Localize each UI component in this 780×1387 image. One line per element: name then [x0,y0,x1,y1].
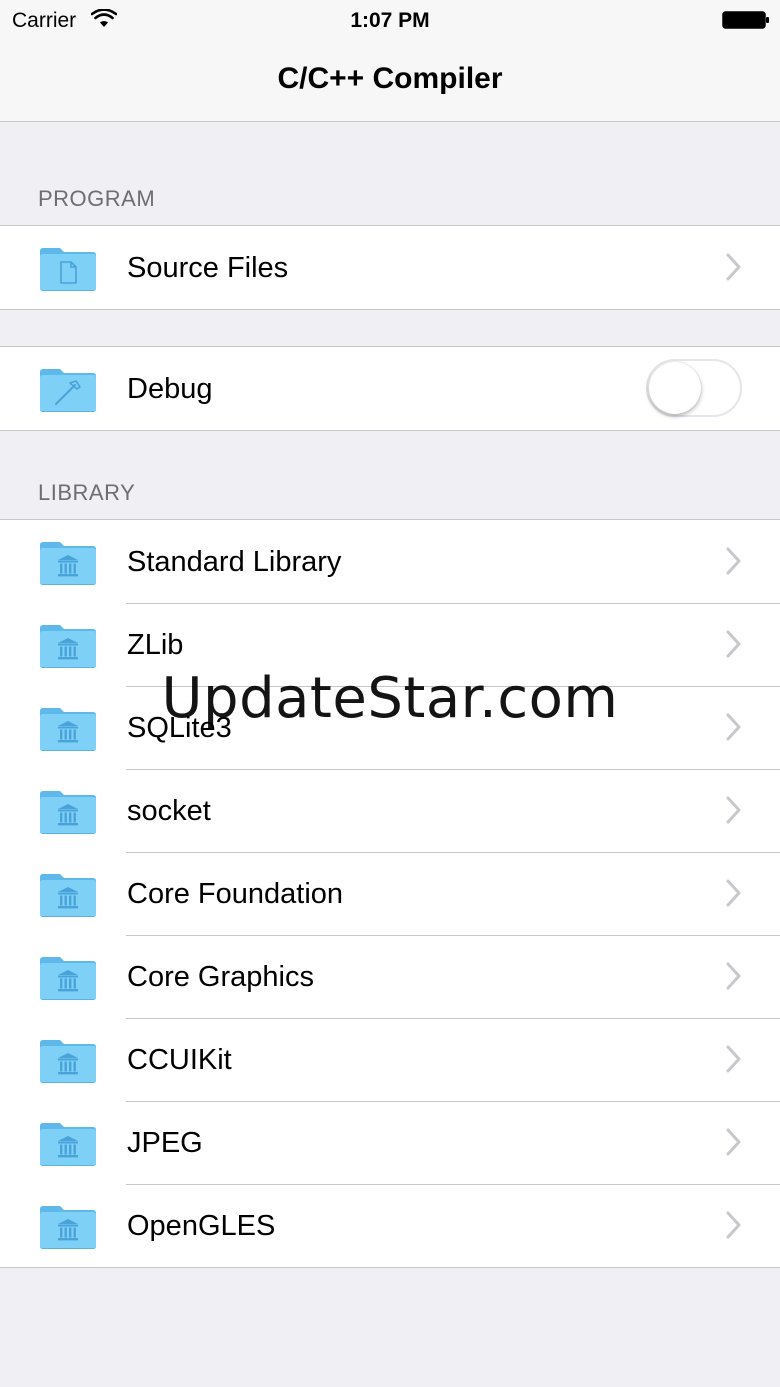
chevron-right-icon [726,630,742,658]
library-item-label: JPEG [127,1127,203,1159]
section-header-library: LIBRARY [38,480,136,505]
source-files-row[interactable]: Source Files [0,226,780,309]
program-group: Source Files [0,225,780,310]
library-item-label: socket [127,795,211,827]
library-item-label: OpenGLES [127,1210,276,1242]
page-title: C/C++ Compiler [277,62,503,95]
debug-label: Debug [127,373,213,405]
library-folder-icon [38,1037,98,1083]
library-folder-icon [38,954,98,1000]
debug-group: Debug [0,346,780,431]
library-item-label: CCUIKit [127,1044,232,1076]
library-item-row[interactable]: socket [0,769,780,852]
library-folder-icon [38,871,98,917]
library-folder-icon [38,622,98,668]
debug-toggle[interactable] [646,359,742,417]
battery-full-icon [722,11,769,29]
library-folder-icon [38,1120,98,1166]
chevron-right-icon [726,1045,742,1073]
library-item-label: Core Graphics [127,961,314,993]
library-folder-icon [38,1203,98,1249]
chevron-right-icon [726,1211,742,1239]
chevron-right-icon [726,879,742,907]
status-time: 1:07 PM [350,9,430,32]
section-header-program: PROGRAM [38,186,156,211]
library-group: Standard Library ZLib SQLite3 socket Cor… [0,519,780,1268]
source-files-label: Source Files [127,252,289,284]
chevron-right-icon [726,796,742,824]
library-folder-icon [38,788,98,834]
toggle-knob [649,362,701,414]
navigation-bar: C/C++ Compiler [0,40,780,122]
status-bar: Carrier 1:07 PM [0,0,780,40]
chevron-right-icon [726,1128,742,1156]
library-item-label: Core Foundation [127,878,344,910]
library-folder-icon [38,539,98,585]
watermark: UpdateStar.com [161,666,619,731]
library-item-row[interactable]: Core Foundation [0,852,780,935]
chevron-right-icon [726,962,742,990]
source-folder-icon [38,245,98,291]
library-item-row[interactable]: OpenGLES [0,1184,780,1267]
debug-row: Debug [0,347,780,430]
library-item-row[interactable]: CCUIKit [0,1018,780,1101]
chevron-right-icon [726,253,742,281]
library-item-row[interactable]: Core Graphics [0,935,780,1018]
library-item-label: Standard Library [127,546,342,578]
library-item-label: ZLib [127,629,184,661]
hammer-folder-icon [38,366,98,412]
chevron-right-icon [726,547,742,575]
library-item-row[interactable]: Standard Library [0,520,780,603]
library-item-row[interactable]: JPEG [0,1101,780,1184]
